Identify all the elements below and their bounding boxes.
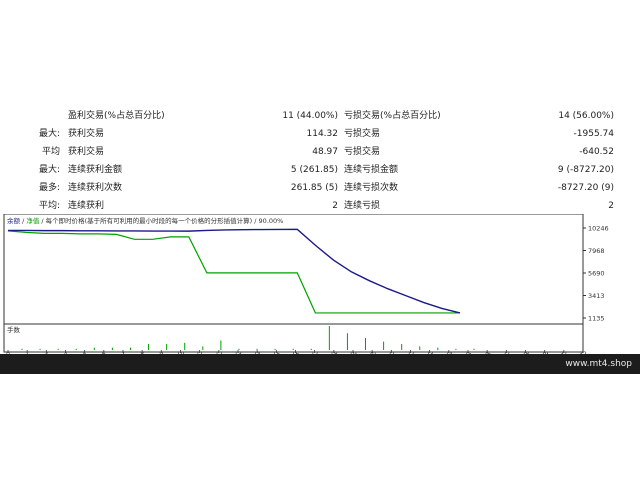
stats-value-left: 114.32 [306,129,339,139]
footer-bar: www.mt4.shop [0,354,640,374]
stats-label-left: 连续获利次数 [68,183,123,193]
stats-row: 最大: 连续获利金额 5 (261.85) 连续亏损金额 9 (-8727.20… [0,161,640,179]
stats-row: 平均 获利交易 48.97 亏损交易 -640.52 [0,143,640,161]
stats-row: 平均: 连续获利 2 连续亏损 2 [0,197,640,215]
report-stats-table: 盈利交易(%占总百分比) 11 (44.00%) 亏损交易(%占总百分比) 14… [0,107,640,213]
stats-row: 最大: 获利交易 114.32 亏损交易 -1955.74 [0,125,640,143]
stats-value-left: 5 (261.85) [290,165,338,175]
stats-value-left: 48.97 [312,147,338,157]
stats-label-left: 连续获利金额 [68,165,123,175]
y-tick-label: 7968 [588,247,605,255]
stats-label-right: 连续亏损次数 [344,183,399,193]
stats-label-left: 盈利交易(%占总百分比) [68,111,165,121]
volume-label: 手数 [7,325,21,334]
stats-value-right: 9 (-8727.20) [557,165,614,175]
stats-row: 最多: 连续获利次数 261.85 (5) 连续亏损次数 -8727.20 (9… [0,179,640,197]
stats-value-left: 2 [332,201,338,211]
stats-value-right: -1955.74 [573,129,614,139]
legend-equity: 净值 [26,216,40,225]
balance-chart: 余额 / 净值 / 每个即时价格(基于所有可利用的最小时段的每一个价格的分形插值… [3,213,609,358]
stats-value-left: 11 (44.00%) [282,111,338,121]
legend-balance: 余额 [7,216,21,225]
y-tick-label: 1135 [588,315,605,323]
stats-prefix: 最大: [38,165,60,175]
volume-frame [3,323,584,353]
stats-prefix: 最大: [38,129,60,139]
stats-value-right: -640.52 [579,147,614,157]
legend-description: / 每个即时价格(基于所有可利用的最小时段的每一个价格的分形插值计算) / 90… [39,216,283,225]
stats-label-right: 连续亏损金额 [344,165,399,175]
balance-chart-panel: 余额 / 净值 / 每个即时价格(基于所有可利用的最小时段的每一个价格的分形插值… [0,213,640,358]
brand-watermark: www.mt4.shop [565,359,632,369]
stats-value-right: 14 (56.00%) [558,111,614,121]
stats-value-right: -8727.20 (9) [557,183,614,193]
stats-label-right: 连续亏损 [344,201,381,211]
stats-row: 盈利交易(%占总百分比) 11 (44.00%) 亏损交易(%占总百分比) 14… [0,107,640,125]
chart-legend: 余额 / 净值 / 每个即时价格(基于所有可利用的最小时段的每一个价格的分形插值… [7,216,283,225]
stats-label-left: 获利交易 [68,147,105,157]
stats-label-right: 亏损交易(%占总百分比) [344,111,441,121]
stats-prefix: 平均: [38,201,60,211]
stats-label-left: 获利交易 [68,129,105,139]
y-tick-label: 5690 [588,270,605,278]
stats-prefix: 平均 [41,147,60,157]
stats-prefix: 最多: [38,183,60,193]
stats-value-right: 2 [608,201,614,211]
y-tick-label: 3413 [588,292,605,300]
y-tick-label: 10246 [588,225,609,233]
stats-label-left: 连续获利 [68,201,105,211]
stats-label-right: 亏损交易 [344,147,381,157]
stats-label-right: 亏损交易 [344,129,381,139]
stats-value-left: 261.85 (5) [290,183,338,193]
